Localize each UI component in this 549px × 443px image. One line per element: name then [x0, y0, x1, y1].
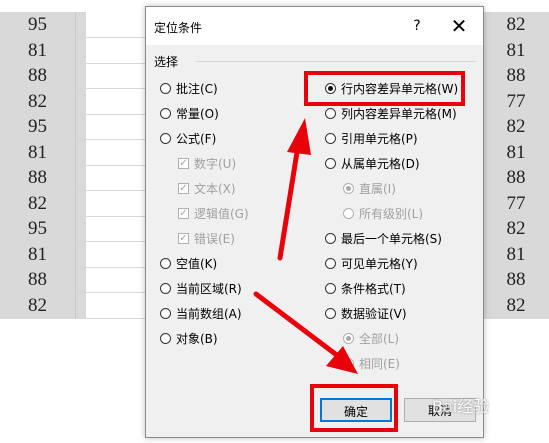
arrow-down-to-ok [253, 291, 358, 374]
arrow-up-to-option [277, 118, 311, 261]
watermark: Bai经验 [432, 397, 490, 416]
annotation-arrows [253, 118, 358, 374]
